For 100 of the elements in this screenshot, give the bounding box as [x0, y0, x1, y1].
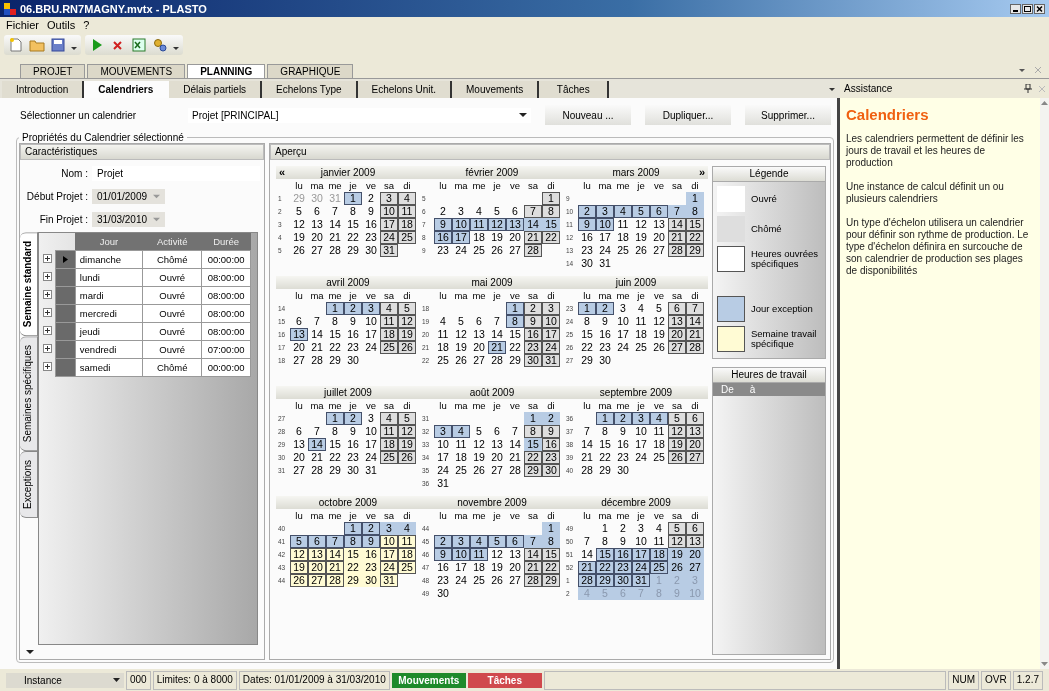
- calendar-day[interactable]: 11: [380, 425, 398, 438]
- save-icon[interactable]: [50, 37, 66, 53]
- calendar-day[interactable]: 25: [470, 244, 488, 257]
- calendar-day[interactable]: 27: [506, 574, 524, 587]
- calendar-day[interactable]: 5: [398, 302, 416, 315]
- calendar-day[interactable]: 30: [344, 354, 362, 367]
- calendar-day[interactable]: 20: [506, 231, 524, 244]
- calendar-day[interactable]: 2: [434, 535, 452, 548]
- calendar-day[interactable]: 20: [308, 231, 326, 244]
- calendar-day[interactable]: 30: [614, 464, 632, 477]
- calendar-day[interactable]: 11: [398, 205, 416, 218]
- calendar-day[interactable]: 15: [524, 438, 542, 451]
- tab[interactable]: Mouvements: [452, 81, 540, 98]
- calendar-day[interactable]: 15: [344, 218, 362, 231]
- calendar-day[interactable]: 9: [614, 535, 632, 548]
- calendar-day[interactable]: 13: [290, 438, 308, 451]
- calendar-day[interactable]: 12: [488, 548, 506, 561]
- calendar-day[interactable]: 23: [596, 341, 614, 354]
- calendar-day[interactable]: 13: [686, 425, 704, 438]
- calendar-day[interactable]: 4: [614, 205, 632, 218]
- calendar-day[interactable]: 18: [434, 341, 452, 354]
- calendar-day[interactable]: 27: [686, 451, 704, 464]
- calendar-day[interactable]: 19: [452, 341, 470, 354]
- calendar-day[interactable]: 28: [524, 574, 542, 587]
- calendar-day[interactable]: 17: [614, 328, 632, 341]
- calendar-day[interactable]: 2: [344, 412, 362, 425]
- calendar-day[interactable]: 12: [452, 328, 470, 341]
- spreadsheet-icon[interactable]: [131, 37, 147, 53]
- calendar-day[interactable]: 14: [686, 315, 704, 328]
- calendar-day[interactable]: 26: [290, 244, 308, 257]
- calendar-day[interactable]: 22: [344, 561, 362, 574]
- calendar-day[interactable]: 12: [398, 315, 416, 328]
- calendar-day[interactable]: 20: [668, 328, 686, 341]
- calendar-day[interactable]: 21: [488, 341, 506, 354]
- calendar-day[interactable]: 16: [542, 438, 560, 451]
- calendar-day[interactable]: 23: [434, 574, 452, 587]
- calendar-day[interactable]: 10: [362, 315, 380, 328]
- calendar-day[interactable]: 29: [344, 244, 362, 257]
- calendar-day[interactable]: 16: [344, 438, 362, 451]
- calendar-day[interactable]: 15: [596, 438, 614, 451]
- calendar-day[interactable]: 26: [398, 341, 416, 354]
- calendar-day[interactable]: 20: [488, 451, 506, 464]
- calendar-day[interactable]: 8: [344, 535, 362, 548]
- calendar-day[interactable]: 30: [524, 354, 542, 367]
- calendar-day[interactable]: 4: [650, 412, 668, 425]
- calendar-day[interactable]: 3: [452, 535, 470, 548]
- calendar-day[interactable]: 24: [434, 464, 452, 477]
- calendar-day[interactable]: 10: [614, 315, 632, 328]
- calendar-day[interactable]: 25: [380, 341, 398, 354]
- calendar-day[interactable]: 1: [344, 522, 362, 535]
- calendar-day[interactable]: 13: [686, 535, 704, 548]
- row-header[interactable]: [55, 250, 76, 269]
- tab[interactable]: Calendriers: [84, 81, 170, 98]
- calendar-day[interactable]: 1: [542, 522, 560, 535]
- calendar-day[interactable]: 18: [398, 548, 416, 561]
- calendar-day[interactable]: 20: [470, 341, 488, 354]
- calendar-day[interactable]: 21: [686, 328, 704, 341]
- minimize-icon[interactable]: [1010, 3, 1021, 14]
- module-indicator[interactable]: Mouvements: [391, 672, 466, 688]
- calendar-day[interactable]: 2: [362, 522, 380, 535]
- calendar-day[interactable]: 21: [308, 451, 326, 464]
- expand-icon[interactable]: [43, 272, 52, 281]
- calendar-day[interactable]: 21: [308, 341, 326, 354]
- calendar-day[interactable]: 5: [290, 535, 308, 548]
- calendar-day[interactable]: 1: [596, 412, 614, 425]
- calendar-day[interactable]: 23: [524, 341, 542, 354]
- calendar-day[interactable]: 26: [488, 244, 506, 257]
- calendar-day[interactable]: 5: [470, 425, 488, 438]
- module-indicator[interactable]: Tâches: [467, 672, 542, 688]
- calendar-day[interactable]: 19: [632, 231, 650, 244]
- menu-item[interactable]: Outils: [47, 19, 76, 31]
- calendar-day[interactable]: 27: [308, 574, 326, 587]
- calendar-day[interactable]: 14: [308, 438, 326, 451]
- calendar-day[interactable]: 30: [362, 574, 380, 587]
- calendar-day[interactable]: 25: [632, 341, 650, 354]
- calendar-day[interactable]: 26: [488, 574, 506, 587]
- dropdown-icon[interactable]: [519, 111, 527, 119]
- calendar-day[interactable]: 6: [686, 412, 704, 425]
- pin-icon[interactable]: [1024, 84, 1032, 93]
- calendar-day[interactable]: 3: [380, 522, 398, 535]
- calendar-day[interactable]: 19: [650, 328, 668, 341]
- calendar-day[interactable]: 8: [524, 425, 542, 438]
- expand-icon[interactable]: [43, 290, 52, 299]
- calendar-day[interactable]: 2: [542, 412, 560, 425]
- calendar-day[interactable]: 5: [668, 412, 686, 425]
- calendar-day[interactable]: 8: [326, 425, 344, 438]
- calendar-day[interactable]: 11: [434, 328, 452, 341]
- calendar-day[interactable]: 21: [578, 451, 596, 464]
- tab[interactable]: Semaine standard: [20, 232, 38, 337]
- calendar-day[interactable]: 20: [506, 561, 524, 574]
- calendar-day[interactable]: 2: [614, 412, 632, 425]
- calendar-day[interactable]: 10: [380, 535, 398, 548]
- calendar-day[interactable]: 27: [290, 464, 308, 477]
- calendar-day[interactable]: 28: [488, 354, 506, 367]
- calendar-day[interactable]: 30: [578, 257, 596, 270]
- calendar-day[interactable]: 12: [290, 218, 308, 231]
- calendar-day[interactable]: 12: [650, 315, 668, 328]
- calendar-day[interactable]: 18: [632, 328, 650, 341]
- calendar-day[interactable]: 8: [596, 535, 614, 548]
- calendar-day[interactable]: 22: [506, 341, 524, 354]
